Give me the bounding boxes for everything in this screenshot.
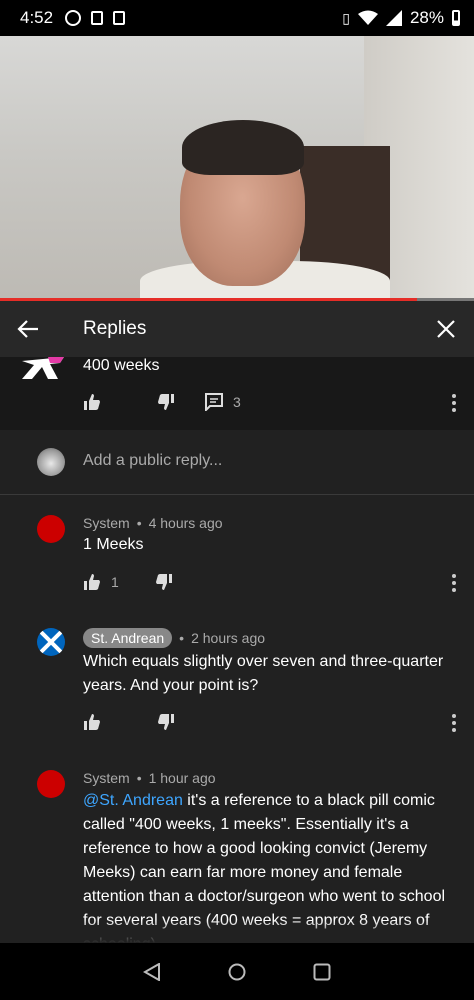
author-avatar[interactable] bbox=[37, 628, 65, 656]
author-name[interactable]: St. Andrean bbox=[83, 628, 173, 648]
notification-icon bbox=[91, 11, 104, 25]
status-right: ▯ 28% bbox=[342, 8, 460, 28]
parent-comment-text: 400 weeks bbox=[83, 357, 160, 374]
author-avatar[interactable] bbox=[37, 515, 65, 543]
status-bar: 4:52 ▯ 28% bbox=[0, 0, 474, 36]
vibrate-icon: ▯ bbox=[342, 9, 350, 26]
system-nav-bar bbox=[0, 943, 474, 1000]
back-button[interactable] bbox=[0, 301, 56, 357]
status-time: 4:52 bbox=[20, 8, 54, 27]
parent-comment: 400 weeks 3 bbox=[0, 357, 474, 430]
close-button[interactable] bbox=[418, 301, 474, 357]
notification-icons bbox=[65, 10, 126, 26]
reply-time: 1 hour ago bbox=[148, 770, 216, 786]
arrow-left-icon bbox=[17, 320, 38, 338]
video-hair bbox=[182, 120, 304, 175]
more-options-button[interactable] bbox=[446, 711, 462, 735]
like-button[interactable] bbox=[83, 573, 101, 591]
battery-icon bbox=[452, 10, 460, 26]
notification-icon-2 bbox=[113, 11, 126, 25]
close-icon bbox=[437, 320, 455, 338]
author-name[interactable]: System bbox=[83, 770, 130, 786]
app-notification-icon bbox=[65, 10, 82, 26]
reply-time: 2 hours ago bbox=[191, 630, 266, 646]
signal-icon bbox=[385, 10, 402, 26]
like-button[interactable] bbox=[83, 393, 101, 411]
header-title: Replies bbox=[83, 318, 147, 339]
more-options-button[interactable] bbox=[446, 391, 462, 415]
reply-text: 1 Meeks bbox=[83, 536, 144, 553]
parent-avatar[interactable] bbox=[20, 357, 64, 379]
reply-meta: St. Andrean • 2 hours ago bbox=[83, 628, 265, 648]
dislike-button[interactable] bbox=[157, 393, 175, 411]
wifi-icon bbox=[357, 10, 378, 25]
like-button[interactable] bbox=[83, 713, 101, 731]
home-nav-icon[interactable] bbox=[228, 963, 246, 981]
more-options-button[interactable] bbox=[446, 571, 462, 595]
add-reply-row[interactable]: Add a public reply... bbox=[0, 430, 474, 495]
saltire-flag-icon bbox=[37, 628, 65, 656]
reply-text: Which equals slightly over seven and thr… bbox=[83, 653, 444, 694]
reply-count: 3 bbox=[233, 394, 241, 410]
bottom-fade bbox=[0, 920, 474, 943]
reply-actions: 1 bbox=[83, 573, 173, 591]
back-nav-icon[interactable] bbox=[143, 962, 161, 981]
author-avatar[interactable] bbox=[37, 770, 65, 798]
reply-comment-icon[interactable] bbox=[205, 393, 223, 411]
battery-percent: 28% bbox=[409, 8, 444, 27]
mention-link[interactable]: @St. Andrean bbox=[83, 792, 183, 809]
like-count: 1 bbox=[111, 574, 119, 590]
reply-meta: System • 4 hours ago bbox=[83, 515, 223, 531]
dislike-button[interactable] bbox=[157, 713, 175, 731]
recents-nav-icon[interactable] bbox=[313, 963, 331, 981]
dislike-button[interactable] bbox=[155, 573, 173, 591]
reply-actions bbox=[83, 713, 175, 731]
author-name[interactable]: System bbox=[83, 515, 130, 531]
parent-actions: 3 bbox=[83, 393, 241, 411]
add-reply-input[interactable]: Add a public reply... bbox=[83, 452, 222, 470]
user-avatar bbox=[37, 448, 65, 476]
reply-meta: System • 1 hour ago bbox=[83, 770, 216, 786]
video-player[interactable] bbox=[0, 36, 474, 298]
replies-header: Replies bbox=[0, 301, 474, 357]
reply-time: 4 hours ago bbox=[148, 515, 223, 531]
